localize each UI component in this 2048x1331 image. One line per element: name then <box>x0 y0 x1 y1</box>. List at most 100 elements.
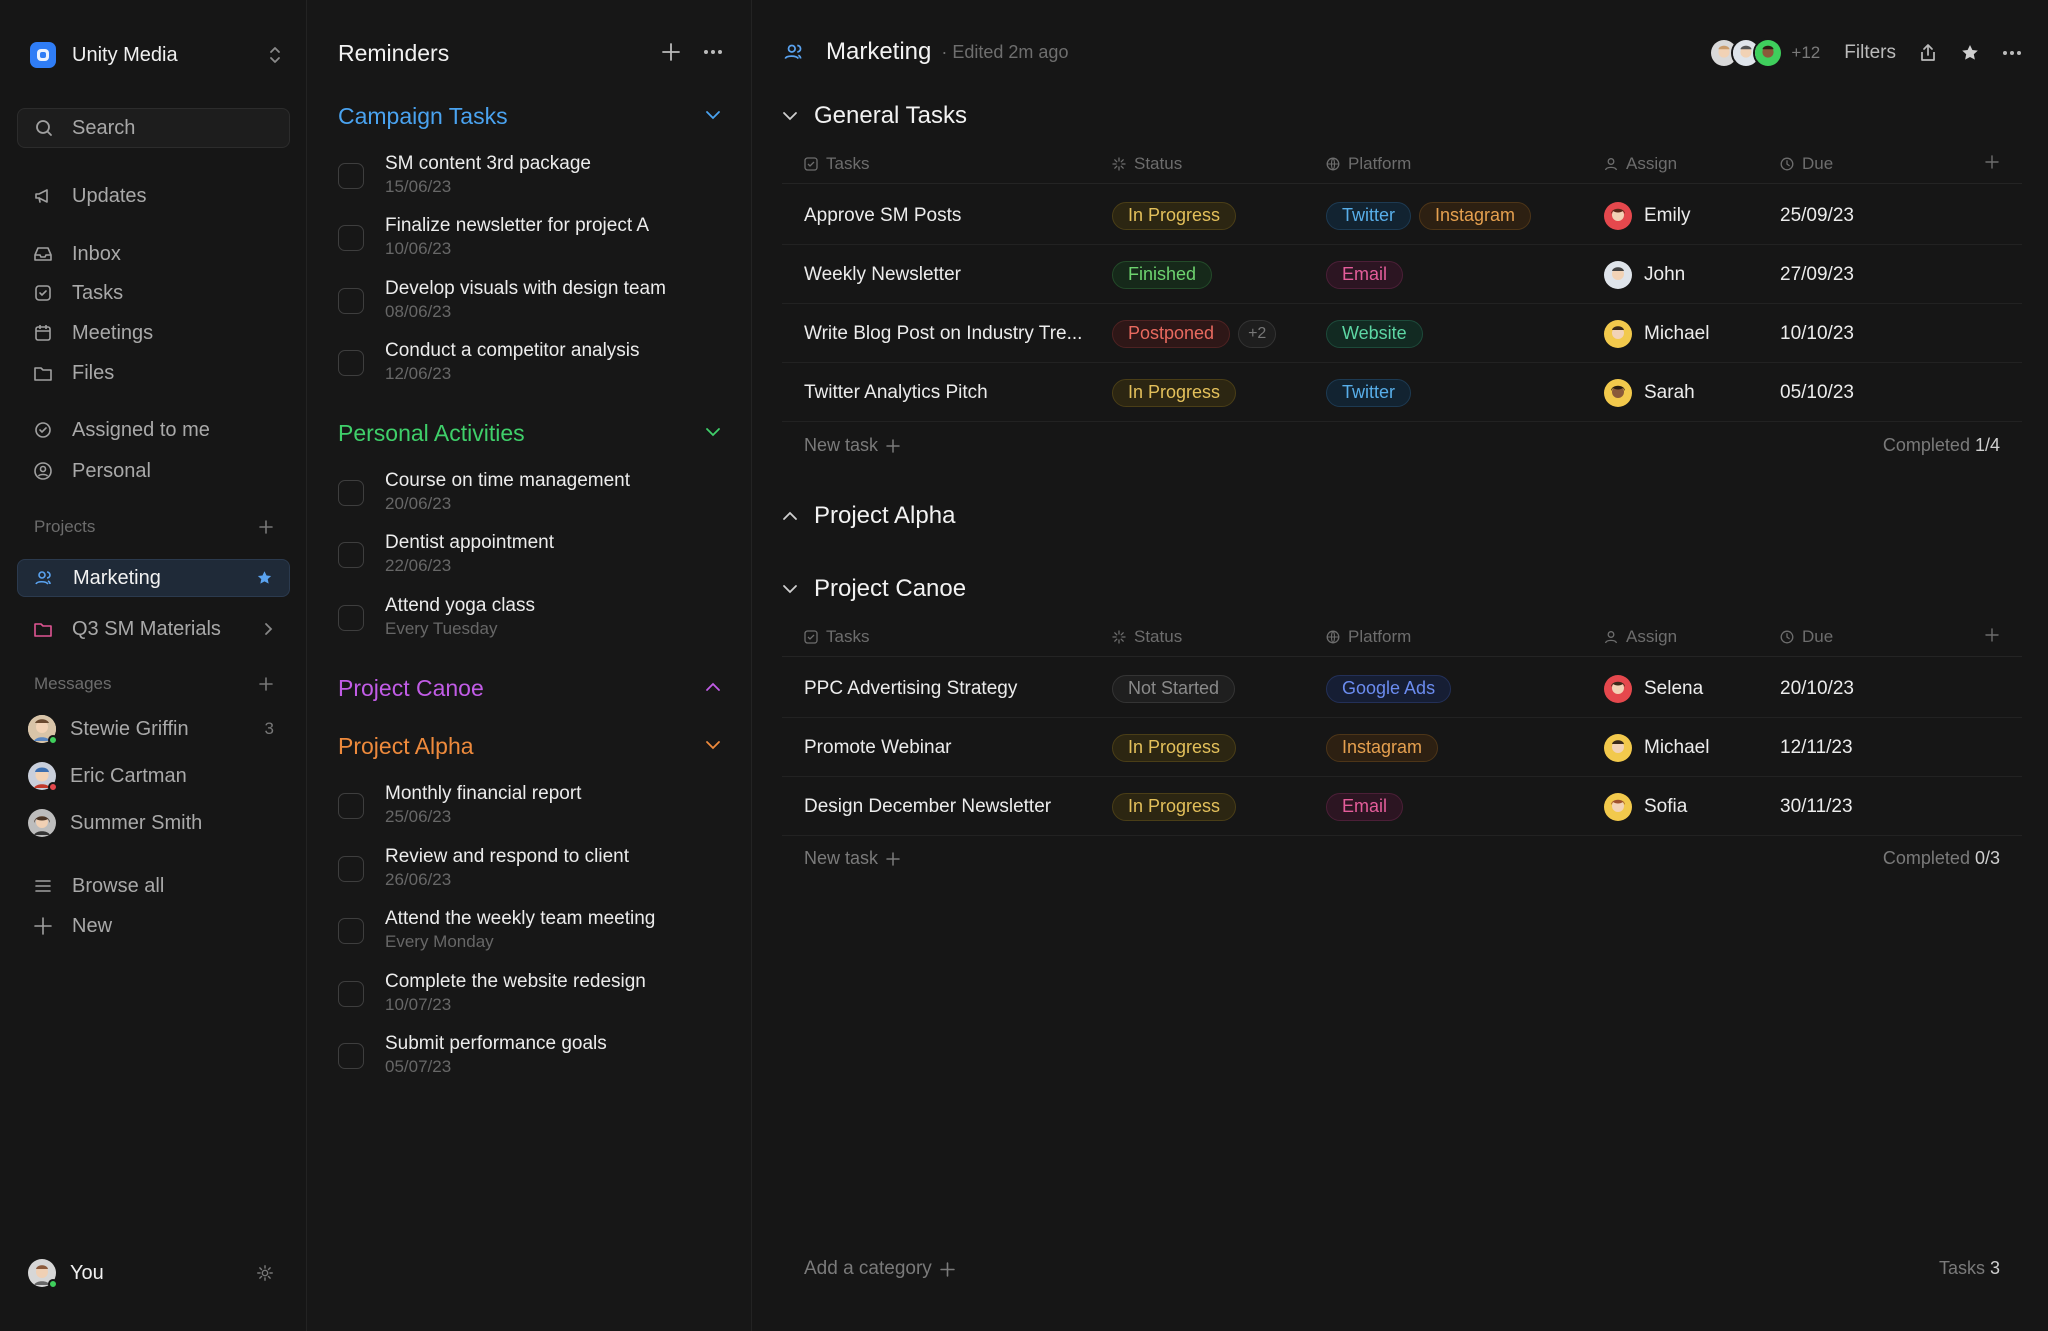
add-message-icon[interactable] <box>258 676 274 692</box>
table-row[interactable]: Weekly Newsletter Finished Email John 27… <box>782 245 2022 304</box>
platform-tag[interactable]: Instagram <box>1326 733 1439 762</box>
status-badge[interactable]: Not Started <box>1112 674 1236 703</box>
chevron-down-icon[interactable] <box>782 584 798 594</box>
more-options-icon[interactable] <box>703 49 723 55</box>
reminder-checkbox[interactable] <box>338 605 364 631</box>
gear-icon[interactable] <box>256 1264 274 1282</box>
add-category-button[interactable]: Add a category <box>804 1258 955 1280</box>
chevron-down-icon[interactable] <box>705 427 721 437</box>
assignee-cell[interactable]: John <box>1604 245 1685 304</box>
chevron-updown-icon[interactable] <box>268 44 282 66</box>
table-row[interactable]: Write Blog Post on Industry Tre... Postp… <box>782 304 2022 363</box>
status-badge[interactable]: In Progress <box>1112 733 1237 762</box>
search-input[interactable]: Search <box>17 108 290 148</box>
column-tasks[interactable]: Tasks <box>804 627 869 647</box>
status-badge[interactable]: In Progress <box>1112 378 1237 407</box>
reminder-group-campaign-tasks[interactable]: Campaign Tasks <box>338 103 508 130</box>
reminder-checkbox[interactable] <box>338 542 364 568</box>
reminder-checkbox[interactable] <box>338 793 364 819</box>
sidebar-item-tasks[interactable]: Tasks <box>17 274 290 312</box>
sidebar-item-personal[interactable]: Personal <box>17 452 290 490</box>
more-options-icon[interactable] <box>2002 50 2022 56</box>
reminder-checkbox[interactable] <box>338 856 364 882</box>
sidebar-item-meetings[interactable]: Meetings <box>17 314 290 352</box>
column-assign[interactable]: Assign <box>1604 627 1677 647</box>
assignee-cell[interactable]: Sofia <box>1604 777 1687 836</box>
reminder-checkbox[interactable] <box>338 918 364 944</box>
table-row[interactable]: PPC Advertising Strategy Not Started Goo… <box>782 659 2022 718</box>
platform-tag[interactable]: Email <box>1326 260 1404 289</box>
platform-tag[interactable]: Twitter <box>1326 378 1412 407</box>
status-badge[interactable]: In Progress <box>1112 792 1237 821</box>
chevron-right-icon[interactable] <box>262 621 274 637</box>
platform-tag[interactable]: Instagram <box>1419 201 1532 230</box>
sidebar-item-new[interactable]: New <box>17 907 290 945</box>
reminder-checkbox[interactable] <box>338 288 364 314</box>
reminder-group-project-alpha[interactable]: Project Alpha <box>338 733 474 760</box>
column-status[interactable]: Status <box>1112 627 1182 647</box>
assignee-cell[interactable]: Michael <box>1604 718 1709 777</box>
chevron-up-icon[interactable] <box>782 511 798 521</box>
sidebar-item-files[interactable]: Files <box>17 354 290 392</box>
column-platform[interactable]: Platform <box>1326 627 1411 647</box>
platform-tag[interactable]: Website <box>1326 319 1423 348</box>
member-avatars[interactable] <box>1709 38 1784 68</box>
category-project-alpha[interactable]: Project Alpha <box>782 502 955 530</box>
filters-button[interactable]: Filters <box>1844 42 1896 64</box>
platform-tag[interactable]: Google Ads <box>1326 674 1452 703</box>
column-tasks[interactable]: Tasks <box>804 154 869 174</box>
column-status[interactable]: Status <box>1112 154 1182 174</box>
sidebar-item-assigned[interactable]: Assigned to me <box>17 411 290 449</box>
column-assign[interactable]: Assign <box>1604 154 1677 174</box>
column-due[interactable]: Due <box>1780 154 1833 174</box>
current-user[interactable]: You <box>17 1254 290 1292</box>
add-column-icon[interactable] <box>1984 154 2000 170</box>
reminder-checkbox[interactable] <box>338 163 364 189</box>
add-reminder-icon[interactable] <box>661 42 681 62</box>
sidebar-item-marketing[interactable]: Marketing <box>17 559 290 597</box>
more-status-badge[interactable]: +2 <box>1238 319 1277 348</box>
reminder-group-project-canoe[interactable]: Project Canoe <box>338 675 484 702</box>
chevron-down-icon[interactable] <box>782 111 798 121</box>
reminder-checkbox[interactable] <box>338 1043 364 1069</box>
new-task-button[interactable]: New task <box>804 435 900 456</box>
table-row[interactable]: Twitter Analytics Pitch In Progress Twit… <box>782 363 2022 422</box>
platform-tag[interactable]: Email <box>1326 792 1404 821</box>
reminder-checkbox[interactable] <box>338 350 364 376</box>
table-row[interactable]: Promote Webinar In Progress Instagram Mi… <box>782 718 2022 777</box>
column-due[interactable]: Due <box>1780 627 1833 647</box>
status-badge[interactable]: In Progress <box>1112 201 1237 230</box>
status-badge[interactable]: Postponed <box>1112 319 1231 348</box>
platform-tag[interactable]: Twitter <box>1326 201 1412 230</box>
reminder-checkbox[interactable] <box>338 480 364 506</box>
sidebar-item-q3-sm-materials[interactable]: Q3 SM Materials <box>17 610 290 648</box>
sidebar-item-inbox[interactable]: Inbox <box>17 235 290 273</box>
message-summer-smith[interactable]: Summer Smith <box>17 804 290 842</box>
chevron-down-icon[interactable] <box>705 740 721 750</box>
column-platform[interactable]: Platform <box>1326 154 1411 174</box>
sidebar-item-browse-all[interactable]: Browse all <box>17 867 290 905</box>
category-general-tasks[interactable]: General Tasks <box>782 102 967 130</box>
workspace-switcher[interactable]: Unity Media <box>30 40 282 70</box>
new-task-button[interactable]: New task <box>804 848 900 869</box>
sidebar-item-updates[interactable]: Updates <box>17 177 290 215</box>
reminder-group-personal-activities[interactable]: Personal Activities <box>338 420 525 447</box>
status-badge[interactable]: Finished <box>1112 260 1213 289</box>
reminder-checkbox[interactable] <box>338 225 364 251</box>
add-project-icon[interactable] <box>258 519 274 535</box>
assignee-cell[interactable]: Sarah <box>1604 363 1695 422</box>
message-stewie-griffin[interactable]: Stewie Griffin 3 <box>17 710 290 748</box>
table-row[interactable]: Design December Newsletter In Progress E… <box>782 777 2022 836</box>
star-icon[interactable] <box>1960 43 1980 63</box>
reminder-checkbox[interactable] <box>338 981 364 1007</box>
chevron-up-icon[interactable] <box>705 682 721 692</box>
star-icon[interactable] <box>256 570 273 587</box>
assignee-cell[interactable]: Selena <box>1604 659 1703 718</box>
assignee-cell[interactable]: Emily <box>1604 186 1690 245</box>
category-project-canoe[interactable]: Project Canoe <box>782 575 966 603</box>
add-column-icon[interactable] <box>1984 627 2000 643</box>
table-row[interactable]: Approve SM Posts In Progress Twitter Ins… <box>782 186 2022 245</box>
message-eric-cartman[interactable]: Eric Cartman <box>17 757 290 795</box>
chevron-down-icon[interactable] <box>705 110 721 120</box>
assignee-cell[interactable]: Michael <box>1604 304 1709 363</box>
